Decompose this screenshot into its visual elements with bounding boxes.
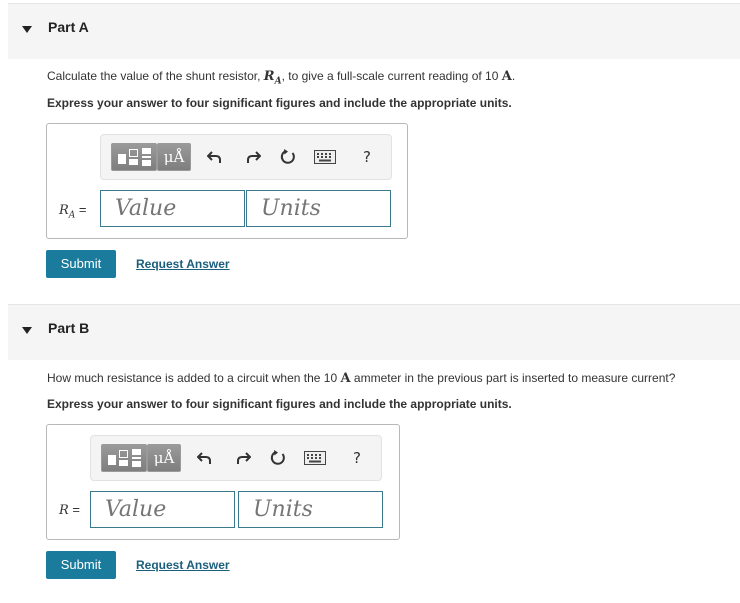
undo-button[interactable]: [193, 446, 217, 470]
part-a-title: Part A: [48, 19, 89, 35]
part-b-answer-box: μÅ ? R =: [46, 424, 400, 540]
help-button[interactable]: ?: [345, 446, 369, 470]
help-icon: ?: [363, 148, 371, 166]
undo-button[interactable]: [203, 145, 227, 169]
reset-icon: [270, 450, 285, 465]
keyboard-icon: [314, 150, 336, 164]
reset-icon: [280, 149, 295, 164]
part-a-instruction: Express your answer to four significant …: [47, 96, 512, 110]
keyboard-button[interactable]: [311, 145, 339, 169]
collapse-caret-icon[interactable]: [22, 327, 32, 334]
redo-icon: [247, 151, 261, 163]
part-b-title: Part B: [48, 320, 90, 336]
part-a-question: Calculate the value of the shunt resisto…: [47, 69, 516, 87]
help-button[interactable]: ?: [355, 145, 379, 169]
templates-icon: [108, 455, 116, 465]
part-b-header[interactable]: Part B: [8, 304, 740, 360]
keyboard-button[interactable]: [301, 446, 329, 470]
help-icon: ?: [353, 449, 361, 467]
templates-button[interactable]: [111, 143, 157, 171]
units-button[interactable]: μÅ: [147, 444, 181, 472]
part-a-answer-box: μÅ ? RA =: [46, 123, 408, 239]
units-icon: μÅ: [163, 148, 185, 166]
templates-icon: [118, 154, 126, 164]
reset-button[interactable]: [276, 145, 300, 169]
part-a-header[interactable]: Part A: [8, 3, 740, 59]
part-b-instruction: Express your answer to four significant …: [47, 397, 512, 411]
part-b-units-input[interactable]: [238, 491, 383, 528]
collapse-caret-icon[interactable]: [22, 26, 32, 33]
units-button[interactable]: μÅ: [157, 143, 191, 171]
part-b-variable-label: R =: [59, 502, 81, 518]
part-b-value-input[interactable]: [90, 491, 235, 528]
redo-icon: [237, 452, 251, 464]
part-a-submit-button[interactable]: Submit: [46, 250, 116, 278]
templates-button[interactable]: [101, 444, 147, 472]
part-b-request-answer-link[interactable]: Request Answer: [136, 558, 230, 572]
redo-button[interactable]: [241, 145, 265, 169]
reset-button[interactable]: [266, 446, 290, 470]
part-a-request-answer-link[interactable]: Request Answer: [136, 257, 230, 271]
redo-button[interactable]: [231, 446, 255, 470]
undo-icon: [207, 151, 221, 163]
keyboard-icon: [304, 451, 326, 465]
undo-icon: [197, 452, 211, 464]
units-icon: μÅ: [153, 449, 175, 467]
part-b-question: How much resistance is added to a circui…: [47, 371, 676, 386]
part-b-submit-button[interactable]: Submit: [46, 551, 116, 579]
math-toolbar: μÅ ?: [90, 435, 382, 481]
math-toolbar: μÅ ?: [100, 134, 392, 180]
part-a-variable-label: RA =: [59, 202, 87, 221]
part-a-value-input[interactable]: [100, 190, 245, 227]
part-a-units-input[interactable]: [246, 190, 391, 227]
